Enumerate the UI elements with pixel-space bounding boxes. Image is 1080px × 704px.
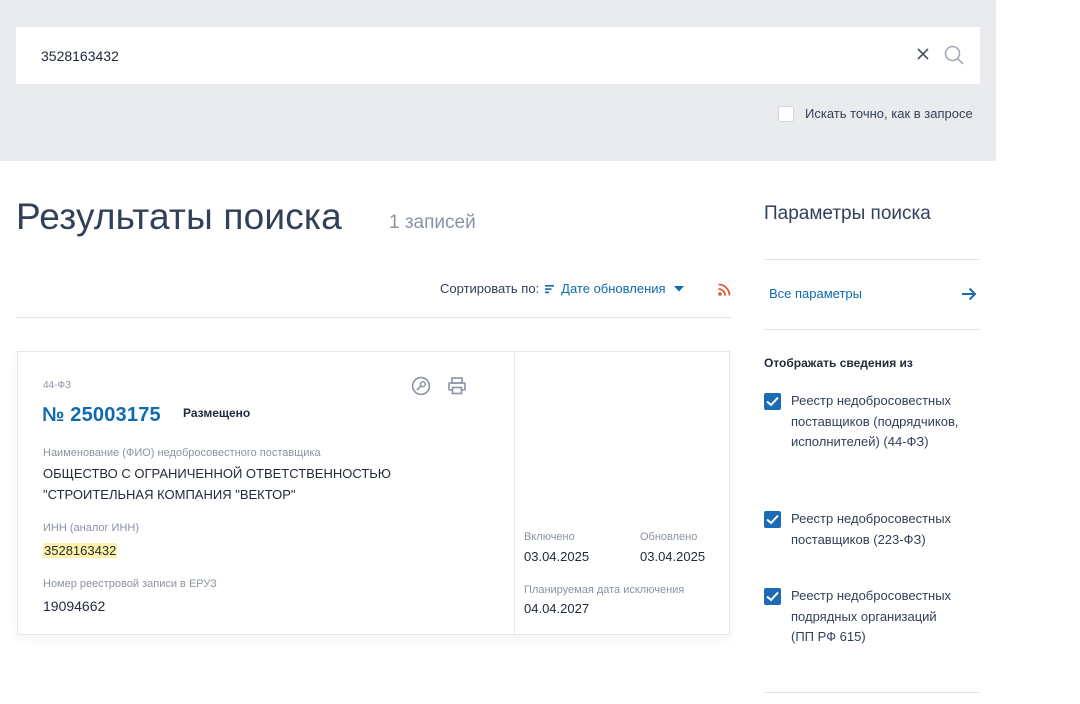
arrow-right-icon[interactable] [960, 285, 978, 303]
rss-icon[interactable] [718, 283, 731, 296]
sidebar-divider [764, 259, 980, 260]
supplier-name-label: Наименование (ФИО) недобросовестного пос… [43, 447, 321, 459]
registry-checkbox-pp615[interactable] [764, 588, 781, 605]
check-icon [766, 396, 779, 407]
included-label: Включено [524, 531, 575, 543]
sidebar-title: Параметры поиска [764, 203, 931, 224]
updated-value: 03.04.2025 [640, 549, 706, 564]
sort-dropdown[interactable]: Дате обновления [561, 281, 665, 296]
page-title: Результаты поиска [16, 196, 342, 237]
supplier-name: ОБЩЕСТВО С ОГРАНИЧЕННОЙ ОТВЕТСТВЕННОСТЬЮ… [43, 466, 391, 502]
exclusion-value: 04.04.2027 [524, 601, 590, 616]
exact-match-checkbox[interactable] [778, 106, 794, 122]
sort-control: Сортировать по: Дате обновления [440, 281, 684, 296]
registry-label-pp615[interactable]: Реестр недобросовестных подрядных органи… [791, 586, 961, 648]
included-value: 03.04.2025 [524, 549, 590, 564]
search-box [16, 27, 980, 84]
eruz-value: 19094662 [43, 598, 106, 614]
sidebar-divider [764, 329, 980, 330]
check-icon [766, 591, 779, 602]
results-count: 1 записей [389, 212, 476, 233]
clear-icon[interactable] [914, 44, 932, 64]
check-icon [766, 514, 779, 525]
registry-label-223fz[interactable]: Реестр недобросовестных поставщиков (223… [791, 509, 961, 550]
exact-match-label[interactable]: Искать точно, как в запросе [805, 106, 973, 121]
chevron-down-icon[interactable] [673, 285, 684, 292]
pin-icon[interactable] [411, 376, 431, 396]
updated-label: Обновлено [640, 531, 698, 543]
print-icon[interactable] [447, 376, 467, 396]
search-input[interactable] [16, 27, 896, 84]
eruz-label: Номер реестровой записи в ЕРУЗ [43, 578, 217, 590]
status-badge: Размещено [183, 406, 251, 420]
inn-value: 3528163432 [43, 543, 118, 558]
registry-label-44fz[interactable]: Реестр недобросовестных поставщиков (под… [791, 391, 961, 453]
sort-icon [545, 284, 555, 293]
law-label: 44-ФЗ [43, 380, 72, 391]
sidebar-divider [764, 692, 980, 693]
registry-number-link[interactable]: № 25003175 [42, 404, 161, 427]
registry-checkbox-223fz[interactable] [764, 511, 781, 528]
registry-checkbox-44fz[interactable] [764, 393, 781, 410]
result-card: 44-ФЗ № 25003175 Размещено Наименование … [17, 351, 730, 635]
divider [16, 317, 731, 318]
all-params-link[interactable]: Все параметры [769, 286, 862, 301]
card-divider [514, 352, 515, 634]
inn-label: ИНН (аналог ИНН) [43, 522, 140, 534]
sort-label: Сортировать по: [440, 281, 540, 296]
show-from-title: Отображать сведения из [764, 356, 913, 370]
exclusion-label: Планируемая дата исключения [524, 584, 685, 596]
search-icon[interactable] [943, 44, 965, 66]
